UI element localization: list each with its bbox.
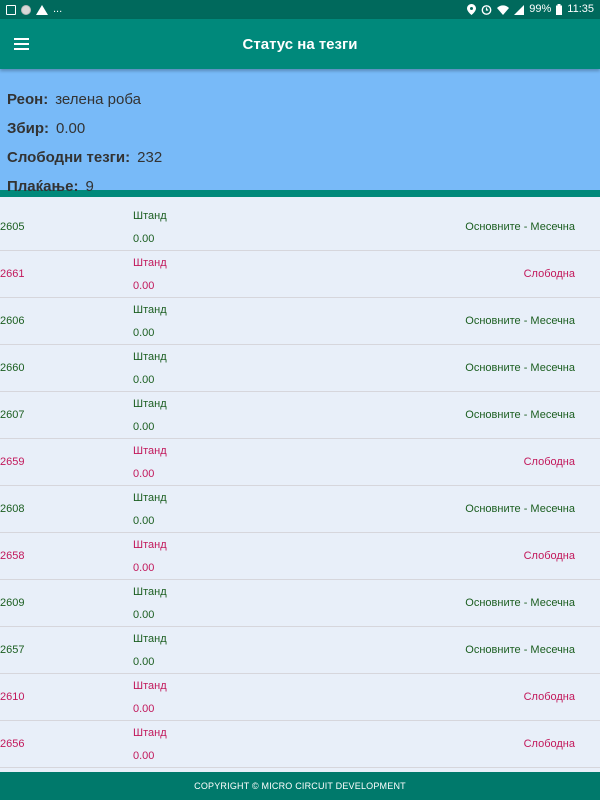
alarm-icon [481,5,492,15]
region-label: Реон: [7,91,49,108]
status-bar-more: ... [53,3,63,15]
table-row[interactable]: 2658 Штанд 0.00 Слободна [0,533,600,580]
table-row[interactable]: 2609 Штанд 0.00 Основните - Месечна [0,580,600,627]
total-label: Збир: [7,120,50,137]
table-row[interactable]: 2660 Штанд 0.00 Основните - Месечна [0,345,600,392]
region-value: зелена роба [55,91,141,108]
hamburger-menu-icon[interactable] [14,38,29,50]
stand-list[interactable]: 2605 Штанд 0.00 Основните - Месечна 2661 Штан… [0,204,600,772]
stand-id: 2608 [0,503,25,515]
stand-id: 2660 [0,362,25,374]
stand-amount: 0.00 [133,374,155,386]
total-value: 0.00 [56,120,86,137]
page-title: Статус на тезги [242,35,358,53]
signal-icon [514,4,525,15]
image-icon [6,4,16,15]
free-stands-value: 232 [137,149,163,166]
table-row[interactable]: 2608 Штанд 0.00 Основните - Месечна [0,486,600,533]
status-bar-left: ... [6,0,62,19]
stand-id: 2661 [0,268,25,280]
table-row[interactable]: 2659 Штанд 0.00 Слободна [0,439,600,486]
footer-copyright: COPYRIGHT © MICRO CIRCUIT DEVELOPMENT [0,772,600,800]
stand-amount: 0.00 [133,280,155,292]
region-row: Реон: зелена роба [7,85,600,114]
stand-id: 2658 [0,550,25,562]
stand-type: Штанд [133,257,167,269]
stand-status: Основните - Месечна [465,409,575,421]
location-icon [467,4,477,15]
stand-id: 2610 [0,691,25,703]
stand-type: Штанд [133,445,167,457]
summary-panel: Реон: зелена роба Збир: 0.00 Слободни те… [0,69,600,197]
payment-value: 9 [85,178,94,195]
stand-type: Штанд [133,210,167,222]
status-bar-right: 99% 11:35 [467,0,594,19]
stand-status: Основните - Месечна [465,362,575,374]
stand-id: 2605 [0,221,25,233]
stand-amount: 0.00 [133,562,155,574]
stand-type: Штанд [133,680,167,692]
stand-status: Слободна [523,268,575,280]
wifi-icon [497,4,510,15]
stand-id: 2607 [0,409,25,421]
stand-type: Штанд [133,586,167,598]
table-row[interactable]: 2605 Штанд 0.00 Основните - Месечна [0,204,600,251]
table-row[interactable]: 2607 Штанд 0.00 Основните - Месечна [0,392,600,439]
payment-label: Плаќање: [7,178,79,195]
stand-status: Слободна [523,738,575,750]
stand-type: Штанд [133,727,167,739]
table-row[interactable]: 2606 Штанд 0.00 Основните - Месечна [0,298,600,345]
stand-amount: 0.00 [133,656,155,668]
circle-app-icon [21,4,31,15]
table-row[interactable]: 2661 Штанд 0.00 Слободна [0,251,600,298]
warning-icon [36,4,48,15]
stand-id: 2659 [0,456,25,468]
stand-id: 2656 [0,738,25,750]
stand-type: Штанд [133,398,167,410]
battery-icon [556,4,563,15]
stand-amount: 0.00 [133,703,155,715]
stand-type: Штанд [133,539,167,551]
stand-amount: 0.00 [133,468,155,480]
stand-amount: 0.00 [133,233,155,245]
stand-status: Основните - Месечна [465,503,575,515]
stand-amount: 0.00 [133,421,155,433]
table-row[interactable]: 2610 Штанд 0.00 Слободна [0,674,600,721]
battery-level: 99% [529,3,552,15]
stand-status: Основните - Месечна [465,221,575,233]
stand-type: Штанд [133,304,167,316]
free-stands-label: Слободни тезги: [7,149,131,166]
table-row[interactable]: 2656 Штанд 0.00 Слободна [0,721,600,768]
stand-type: Штанд [133,633,167,645]
stand-status: Основните - Месечна [465,597,575,609]
table-row[interactable]: 2657 Штанд 0.00 Основните - Месечна [0,627,600,674]
stand-id: 2657 [0,644,25,656]
stand-id: 2609 [0,597,25,609]
free-stands-row: Слободни тезги: 232 [7,143,600,172]
stand-status: Слободна [523,691,575,703]
system-status-bar: ... 99% 11:35 [0,0,600,19]
stand-amount: 0.00 [133,609,155,621]
stand-amount: 0.00 [133,750,155,762]
payment-row: Плаќање: 9 [7,172,600,201]
total-row: Збир: 0.00 [7,114,600,143]
stand-status: Основните - Месечна [465,644,575,656]
stand-type: Штанд [133,492,167,504]
app-bar: Статус на тезги [0,19,600,69]
stand-id: 2606 [0,315,25,327]
stand-status: Слободна [523,456,575,468]
stand-amount: 0.00 [133,327,155,339]
stand-status: Основните - Месечна [465,315,575,327]
stand-status: Слободна [523,550,575,562]
stand-amount: 0.00 [133,515,155,527]
clock: 11:35 [567,3,594,15]
stand-type: Штанд [133,351,167,363]
